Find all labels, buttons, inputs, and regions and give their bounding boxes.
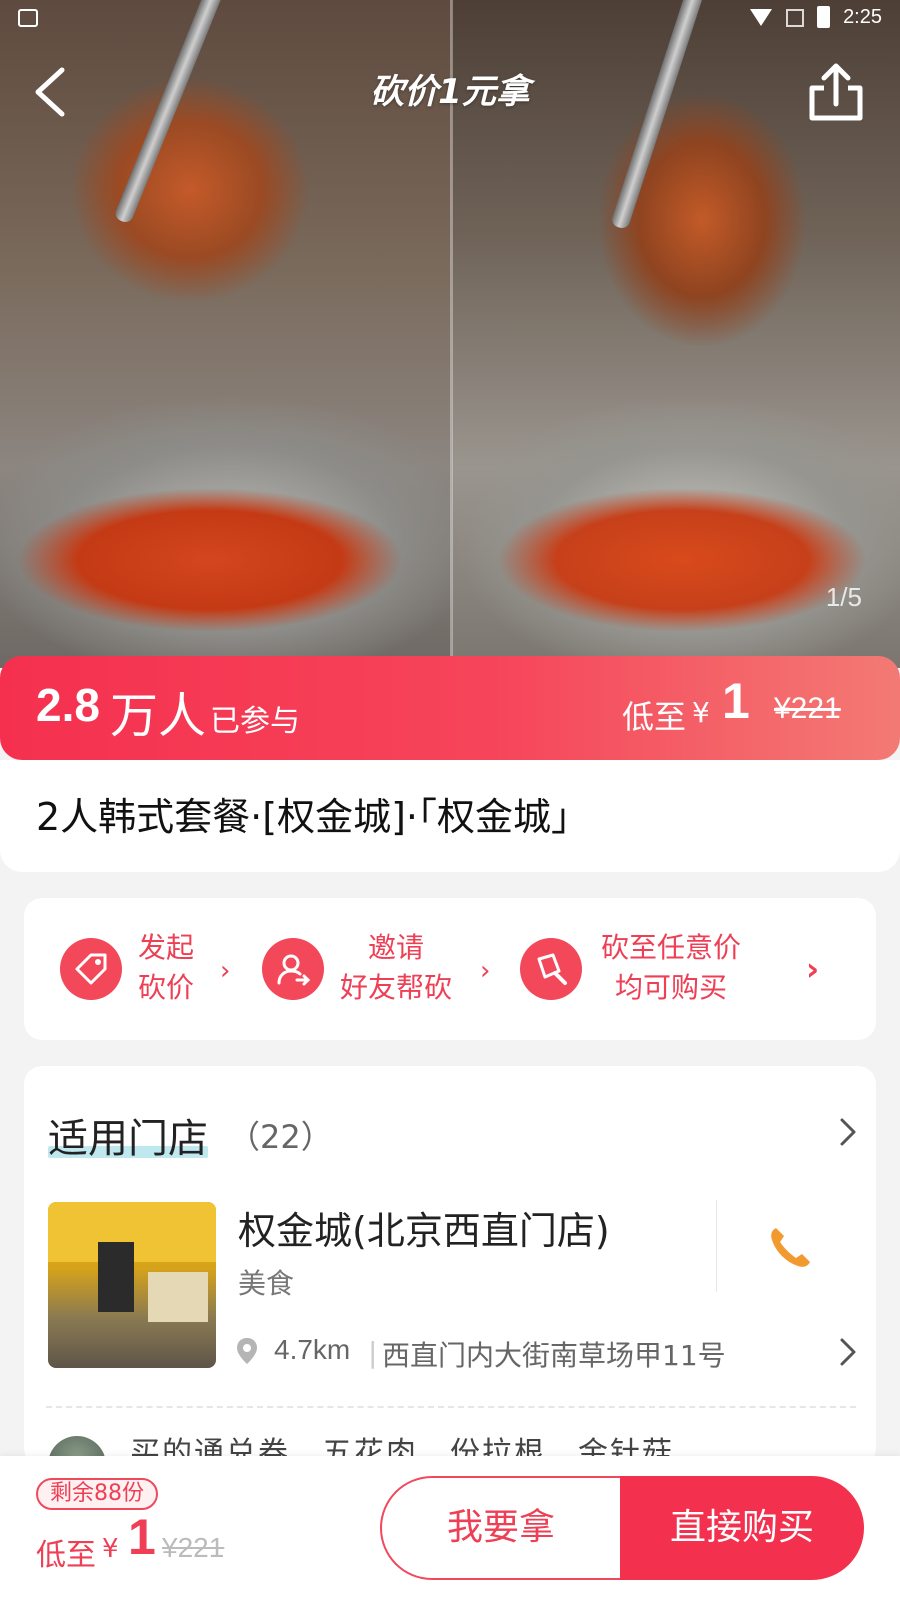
battery-icon — [817, 6, 830, 28]
back-button[interactable] — [28, 64, 76, 120]
chevron-right-icon: › — [220, 956, 231, 986]
share-button[interactable] — [808, 62, 864, 122]
step-3-line2: 均可购买 — [614, 971, 727, 1004]
store-distance: 4.7km — [274, 1334, 351, 1365]
stores-more-button[interactable] — [838, 1116, 858, 1152]
product-title-card: 2人韩式套餐·[权金城]·「权金城」 — [0, 760, 900, 872]
bargain-steps-card[interactable]: 发起 砍价 › 邀请 好友帮砍 › 砍至任意价 均可购买 › — [24, 898, 876, 1040]
page-indicator: 1/5 — [825, 582, 862, 612]
wifi-icon — [750, 9, 772, 26]
phone-icon — [771, 1228, 810, 1267]
store-photo-counter — [148, 1272, 208, 1322]
store-name[interactable]: 权金城(北京西直门店) — [238, 1200, 610, 1255]
dashed-divider — [46, 1406, 856, 1408]
step-2-line1: 邀请 — [367, 931, 424, 964]
lowest-price: 1 — [128, 1509, 156, 1565]
stores-count: （22） — [228, 1118, 333, 1156]
participant-unit: 万人 — [110, 688, 207, 744]
step-2-line2: 好友帮砍 — [339, 971, 452, 1004]
store-address[interactable]: 西直门内大街南草场甲11号 — [382, 1334, 726, 1374]
step-1-text: 发起 砍价 — [136, 928, 196, 1008]
currency-symbol: ¥ — [102, 1534, 119, 1564]
participant-count: 2.8 — [36, 679, 100, 731]
invite-user-icon — [262, 938, 324, 1000]
product-title: 2人韩式套餐·[权金城]·「权金城」 — [36, 795, 589, 839]
page-title: 砍价1元拿 — [370, 72, 530, 112]
location-pin-icon — [234, 1336, 260, 1370]
lowest-price-label: 低至 — [36, 1538, 96, 1573]
status-bar: 2:25 — [0, 0, 900, 36]
currency-symbol: ¥ — [692, 696, 710, 729]
original-price: ¥221 — [162, 1532, 225, 1563]
bottom-action-bar: 剩余88份 低至 ¥ 1 ¥221 我要拿 直接购买 — [0, 1456, 900, 1600]
store-photo-door — [98, 1242, 134, 1312]
bargain-button[interactable]: 我要拿 — [380, 1476, 620, 1580]
chevron-right-icon[interactable]: › — [806, 950, 819, 988]
cleaver-icon — [520, 938, 582, 1000]
status-time: 2:25 — [843, 6, 882, 28]
participant-label: 已参与 — [210, 704, 300, 739]
chevron-right-icon: › — [480, 956, 491, 986]
address-detail-button[interactable] — [838, 1336, 858, 1372]
separator: | — [368, 1336, 378, 1369]
tag-icon — [60, 938, 122, 1000]
image-notification-icon — [18, 9, 38, 27]
stores-heading: 适用门店 — [48, 1116, 208, 1162]
promo-bar: 2.8 万人 已参与 低至 ¥ 1 ¥221 — [0, 656, 900, 760]
chevron-right-icon — [840, 1118, 856, 1146]
original-price: ¥221 — [774, 692, 841, 725]
step-3-text: 砍至任意价 均可购买 — [596, 928, 746, 1008]
remaining-badge: 剩余88份 — [36, 1478, 158, 1510]
signal-icon — [786, 9, 804, 27]
step-3-line1: 砍至任意价 — [600, 931, 741, 964]
lowest-price: 1 — [722, 673, 750, 729]
step-1-line1: 发起 — [137, 931, 194, 964]
lowest-price-label: 低至 — [622, 698, 687, 736]
store-category: 美食 — [238, 1267, 295, 1300]
store-photo[interactable] — [48, 1202, 216, 1368]
applicable-stores-card: 适用门店 （22） 权金城(北京西直门店) 美食 4.7km | 西直门内大街南… — [24, 1066, 876, 1466]
step-1-line2: 砍价 — [137, 971, 194, 1004]
chevron-right-icon — [840, 1338, 856, 1366]
call-store-button[interactable] — [766, 1224, 814, 1272]
share-icon — [809, 63, 863, 121]
buy-now-button[interactable]: 直接购买 — [620, 1476, 864, 1580]
chevron-left-icon — [35, 67, 65, 117]
divider — [716, 1200, 717, 1292]
step-2-text: 邀请 好友帮砍 — [336, 928, 456, 1008]
